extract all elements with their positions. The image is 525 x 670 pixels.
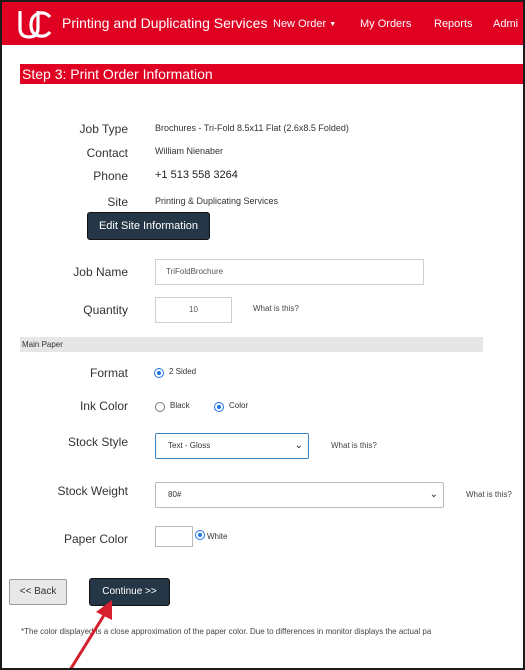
main-paper-section-header: Main Paper	[20, 337, 483, 352]
job-type-label: Job Type	[79, 122, 128, 136]
ink-color-radio[interactable]	[214, 402, 224, 412]
paper-color-label: Paper Color	[63, 532, 128, 546]
stock-weight-select[interactable]: 80# ⌄	[155, 482, 444, 508]
nav-new-order[interactable]: New Order ▼	[273, 18, 336, 30]
red-arrow-annotation	[69, 600, 112, 668]
phone-value: +1 513 558 3264	[155, 169, 238, 181]
format-label: Format	[89, 366, 128, 380]
caret-down-icon: ▼	[329, 20, 337, 28]
top-navbar: Printing and Duplicating Services New Or…	[2, 2, 523, 45]
ink-color-option-label: Color	[229, 401, 249, 410]
contact-label: Contact	[86, 146, 128, 160]
paper-color-swatch	[155, 526, 193, 547]
chevron-down-icon: ⌄	[294, 440, 303, 451]
stock-weight-value: 80#	[168, 490, 182, 499]
quantity-input[interactable]: 10	[155, 297, 232, 323]
paper-white-radio[interactable]	[195, 530, 205, 540]
nav-my-orders[interactable]: My Orders	[360, 18, 411, 30]
nav-reports[interactable]: Reports	[434, 18, 473, 30]
stock-weight-label: Stock Weight	[57, 484, 128, 498]
format-2-sided-label: 2 Sided	[169, 367, 197, 376]
nav-new-order-label: New Order	[273, 18, 327, 30]
stock-style-help-link[interactable]: What is this?	[331, 441, 377, 450]
app-window: Printing and Duplicating Services New Or…	[0, 0, 525, 670]
ink-black-label: Black	[170, 401, 190, 410]
job-type-value: Brochures - Tri-Fold 8.5x11 Flat (2.6x8.…	[155, 123, 349, 133]
edit-site-button[interactable]: Edit Site Information	[87, 212, 210, 240]
site-label: Site	[107, 195, 128, 209]
stock-style-value: Text - Gloss	[168, 441, 211, 450]
uc-logo-icon[interactable]	[16, 8, 52, 40]
quantity-label: Quantity	[83, 303, 128, 317]
job-name-label: Job Name	[73, 265, 128, 279]
chevron-down-icon: ⌄	[429, 489, 438, 500]
phone-label: Phone	[93, 169, 128, 183]
brand-title[interactable]: Printing and Duplicating Services	[62, 15, 267, 31]
stock-weight-help-link[interactable]: What is this?	[466, 490, 512, 499]
stock-style-label: Stock Style	[67, 435, 128, 449]
back-button[interactable]: << Back	[9, 579, 67, 605]
job-name-input[interactable]: TriFoldBrochure	[155, 259, 424, 285]
ink-black-radio[interactable]	[155, 402, 165, 412]
format-2-sided-radio[interactable]	[154, 368, 164, 378]
nav-admin[interactable]: Admi	[493, 18, 518, 30]
step-header: Step 3: Print Order Information	[20, 64, 523, 84]
quantity-help-link[interactable]: What is this?	[253, 304, 299, 313]
ink-color-label: Ink Color	[79, 399, 128, 413]
site-value: Printing & Duplicating Services	[155, 196, 279, 206]
stock-style-select[interactable]: Text - Gloss ⌄	[155, 433, 309, 459]
paper-white-label: White	[207, 532, 228, 541]
contact-value: William Nienaber	[155, 146, 224, 156]
